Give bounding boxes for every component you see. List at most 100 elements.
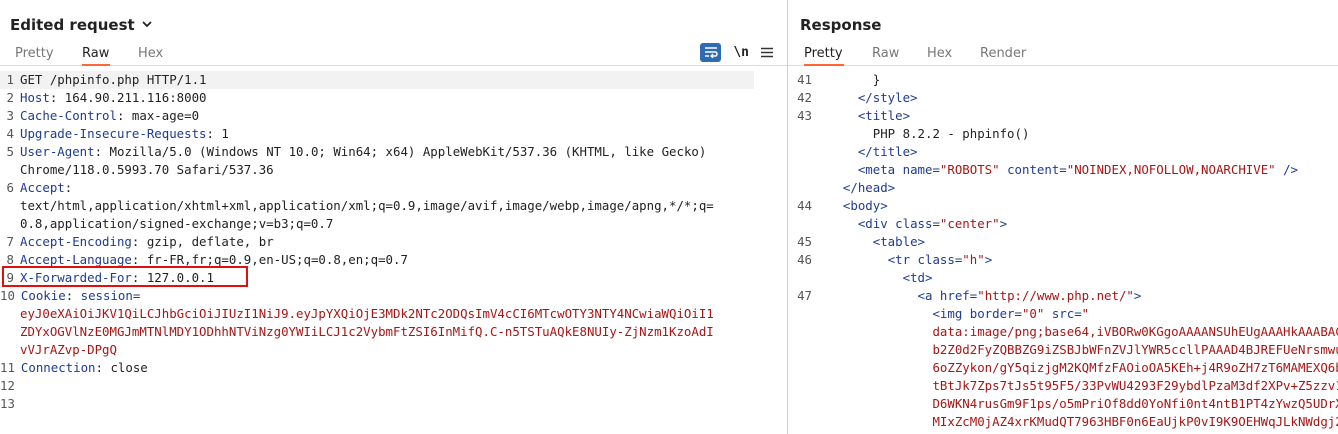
- line-text: }: [828, 71, 880, 89]
- line-text: Chrome/118.0.5993.70 Safari/537.36: [20, 161, 274, 179]
- line-number: 4: [6, 126, 14, 141]
- line-number: [788, 215, 816, 233]
- tab-render[interactable]: Render: [980, 45, 1026, 66]
- code-token: }: [872, 72, 881, 87]
- tab-raw[interactable]: Raw: [82, 45, 110, 66]
- header-value: gzip, deflate, br: [139, 234, 274, 249]
- line-text: <meta name="ROBOTS" content="NOINDEX,NOF…: [828, 161, 1298, 179]
- header-value: fr-FR,fr;q=0.9,en-US;q=0.8,en;q=0.7: [139, 252, 408, 267]
- code-line: </title>: [788, 143, 1338, 161]
- code-token: <a: [917, 288, 940, 303]
- header-value: 1: [213, 126, 229, 141]
- code-line: 12: [0, 377, 787, 395]
- line-text: User-Agent: Mozilla/5.0 (Windows NT 10.0…: [20, 144, 707, 159]
- code-token: href=: [939, 288, 978, 303]
- code-token: <table>: [872, 234, 925, 249]
- fold-gutter: [816, 287, 828, 305]
- code-token: <tr: [887, 252, 918, 267]
- line-text: Accept-Encoding: gzip, deflate, br: [20, 234, 274, 249]
- fold-gutter: [816, 251, 828, 269]
- fold-gutter: [816, 413, 828, 431]
- code-line: D6WKN4rusGm9F1ps/o5mPriOf8dd0YoNfi0nt4nt…: [788, 395, 1338, 413]
- code-line: 43 <title>: [788, 107, 1338, 125]
- line-number: [788, 125, 816, 143]
- line-number: 43: [797, 108, 812, 123]
- code-line: Chrome/118.0.5993.70 Safari/537.36: [0, 161, 787, 179]
- header-name: Upgrade-Insecure-Requests: [20, 126, 207, 141]
- code-token: name=: [902, 162, 940, 177]
- code-token: content=: [999, 162, 1067, 177]
- wrap-lines-icon[interactable]: [700, 42, 722, 62]
- cookie-value: vVJrAZvp-DPgQ: [20, 342, 117, 357]
- code-token: <body>: [842, 198, 888, 213]
- tab-raw[interactable]: Raw: [872, 45, 899, 66]
- line-text: 0.8,application/signed-exchange;v=b3;q=0…: [20, 215, 333, 233]
- header-value: max-age=0: [124, 108, 200, 123]
- code-line: 10 Cookie: session=: [0, 287, 787, 305]
- response-title: Response: [800, 16, 882, 34]
- line-text: Cookie: session=: [20, 288, 141, 303]
- header-value: [73, 288, 80, 303]
- code-line: </head>: [788, 179, 1338, 197]
- code-token: class=: [917, 252, 963, 267]
- code-token: "h": [962, 252, 985, 267]
- newline-toggle-button[interactable]: \n: [733, 45, 749, 60]
- code-line: data:image/png;base64,iVBORw0KGgoAAAANSU…: [788, 323, 1338, 341]
- header-value: 164.90.211.116:8000: [57, 90, 207, 105]
- code-token: >: [1133, 288, 1142, 303]
- line-text: text/html,application/xhtml+xml,applicat…: [20, 197, 714, 215]
- header-name: Connection: [20, 360, 96, 375]
- header-name: Accept-Encoding: [20, 234, 132, 249]
- line-text: Host: 164.90.211.116:8000: [20, 90, 207, 105]
- request-editor[interactable]: 1 GET /phpinfo.php HTTP/1.1 2 Host: 164.90.…: [0, 71, 787, 434]
- code-line: 44 <body>: [788, 197, 1338, 215]
- line-text: eyJ0eXAiOiJKV1QiLCJhbGciOiJIUzI1NiJ9.eyJ…: [20, 305, 714, 323]
- line-text: ZDYxOGVlNzE0MGJmMTNlMDY1ODhhNTViNzg0YWIi…: [20, 323, 714, 341]
- code-line: 41 }: [788, 71, 1338, 89]
- line-number: [788, 359, 816, 377]
- header-name: Accept: [20, 180, 65, 195]
- line-number: 5: [6, 144, 14, 159]
- code-line: text/html,application/xhtml+xml,applicat…: [0, 197, 787, 215]
- code-line: eyJ0eXAiOiJKV1QiLCJhbGciOiJIUzI1NiJ9.eyJ…: [0, 305, 787, 323]
- code-line: <meta name="ROBOTS" content="NOINDEX,NOF…: [788, 161, 1338, 179]
- code-token: border=: [969, 306, 1022, 321]
- line-text: 6oZZykon/gY5qizjgM2KQMfzFAOioOA5KEh+j4R9…: [828, 359, 1338, 377]
- code-line: 42 </style>: [788, 89, 1338, 107]
- tab-hex[interactable]: Hex: [138, 45, 163, 66]
- code-token: </head>: [842, 180, 896, 195]
- line-text: <title>: [828, 107, 910, 125]
- line-number: 41: [797, 72, 812, 87]
- hamburger-menu-icon[interactable]: [761, 47, 773, 58]
- code-line: 13: [0, 395, 787, 413]
- line-number: [0, 341, 20, 359]
- fold-gutter: [816, 233, 828, 251]
- header-name: Host: [20, 90, 50, 105]
- code-line: tBtJk7Zps7tJs5t95F5/33PvWU4293F29ybdlPza…: [788, 377, 1338, 395]
- line-number: [0, 323, 20, 341]
- line-text: Cache-Control: max-age=0: [20, 108, 200, 123]
- request-title[interactable]: Edited request: [10, 16, 153, 34]
- header-value: 0.8,application/signed-exchange;v=b3;q=0…: [20, 216, 334, 231]
- fold-gutter: [816, 395, 828, 413]
- code-line: vVJrAZvp-DPgQ: [0, 341, 787, 359]
- line-number: [788, 377, 816, 395]
- response-tabs: Pretty Raw Hex Render: [788, 42, 1338, 66]
- response-viewer[interactable]: 41 } 42 </style> 43 <title> PHP 8.2.2 - ph…: [788, 71, 1338, 434]
- line-number: [788, 395, 816, 413]
- fold-gutter: [816, 197, 828, 215]
- tab-pretty[interactable]: Pretty: [15, 45, 54, 66]
- line-text: PHP 8.2.2 - phpinfo(): [828, 125, 1030, 143]
- tab-hex[interactable]: Hex: [927, 45, 952, 66]
- header-name: User-Agent: [20, 144, 95, 159]
- chevron-down-icon[interactable]: [141, 16, 153, 34]
- code-line: MIxZcM0jAZ4xrKMudQT7963HBF0n6EaUjkP0vI9K…: [788, 413, 1338, 431]
- fold-gutter: [816, 323, 828, 341]
- code-line: 46 <tr class="h">: [788, 251, 1338, 269]
- code-line: <div class="center">: [788, 215, 1338, 233]
- code-token: D6WKN4rusGm9F1ps/o5mPriOf8dd0YoNfi0nt4nt…: [932, 396, 1338, 411]
- fold-gutter: [816, 161, 828, 179]
- code-line: 11 Connection: close: [0, 359, 787, 377]
- code-line: 6 Accept:: [0, 179, 787, 197]
- tab-pretty[interactable]: Pretty: [804, 45, 844, 66]
